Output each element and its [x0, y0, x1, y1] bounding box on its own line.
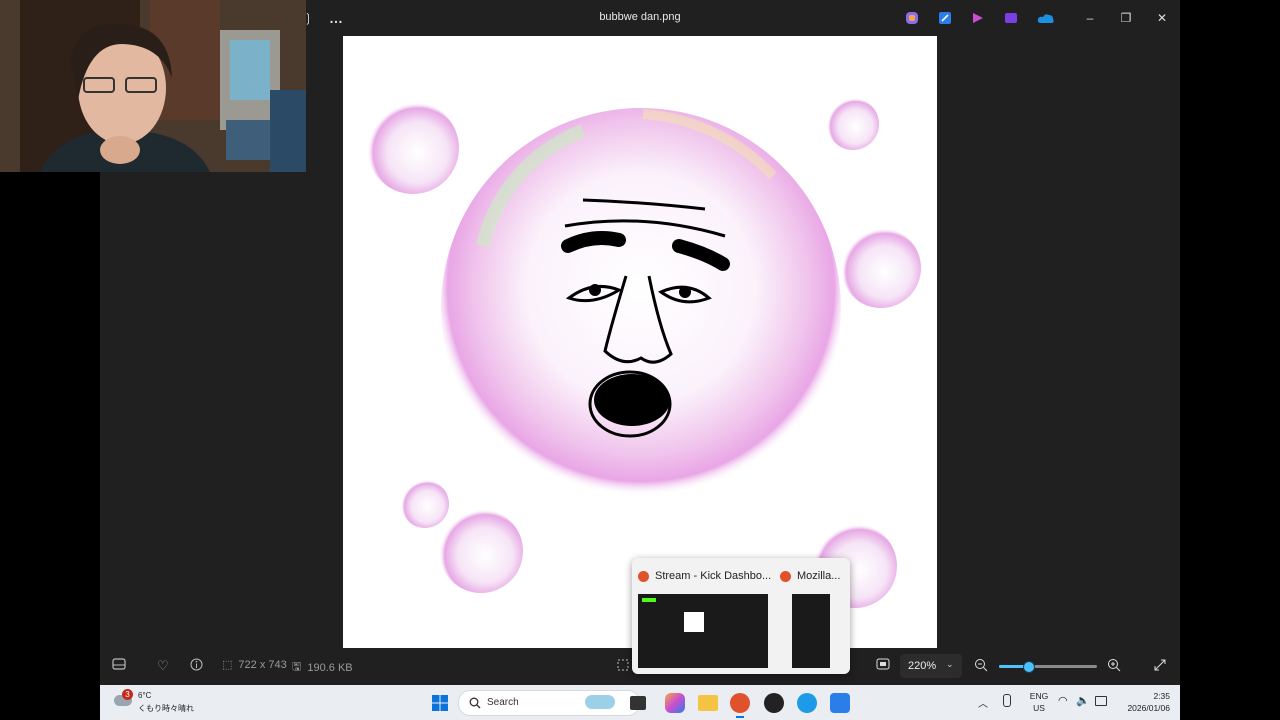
zoom-in-button[interactable]: [1107, 658, 1121, 677]
webcam-video: [0, 0, 306, 172]
photos-taskbar-icon[interactable]: [830, 693, 850, 713]
weather-desc: くもり時々晴れ: [138, 704, 194, 713]
filesize-text: 190.6 KB: [307, 661, 353, 674]
firefox-icon: [638, 570, 649, 582]
zoom-level-text: 220%: [908, 660, 937, 672]
info-icon[interactable]: [190, 658, 203, 671]
copilot-taskbar-icon[interactable]: [665, 693, 685, 713]
lang-primary: ENG: [1029, 691, 1049, 701]
volume-icon[interactable]: 🔈: [1076, 694, 1090, 707]
dimensions-icon: ⬚: [222, 659, 233, 671]
task-view-icon[interactable]: [630, 696, 646, 710]
zoom-in-icon: [1108, 659, 1121, 672]
firefox-taskbar-icon[interactable]: [730, 693, 750, 713]
zoom-dropdown[interactable]: 220% ⌄: [900, 654, 962, 678]
taskbar-thumbnail-preview: Stream - Kick Dashbo... Mozilla...: [632, 558, 850, 674]
search-placeholder: Search: [487, 697, 519, 708]
start-button[interactable]: [430, 693, 450, 713]
designer-icon[interactable]: [970, 10, 986, 26]
search-icon: [469, 697, 481, 709]
edit-image-icon[interactable]: [937, 10, 953, 26]
close-glyph: ✕: [1156, 11, 1168, 25]
preview-thumbnail-stream[interactable]: [638, 594, 768, 668]
restore-button[interactable]: ❐: [1118, 10, 1134, 26]
fit-to-window-icon[interactable]: [876, 658, 890, 670]
right-letterbox: [1180, 0, 1280, 720]
clock-time: 2:35: [1153, 691, 1170, 701]
obs-taskbar-icon[interactable]: [764, 693, 784, 713]
fullscreen-button[interactable]: [1153, 658, 1167, 677]
close-button[interactable]: ✕: [1154, 10, 1170, 26]
language-indicator[interactable]: ENG US: [1026, 690, 1052, 714]
preview-label-stream: Stream - Kick Dashbo...: [655, 570, 772, 582]
copilot-icon[interactable]: [904, 10, 920, 26]
restore-glyph: ❐: [1120, 11, 1132, 25]
zoom-out-button[interactable]: [974, 658, 988, 675]
file-explorer-icon[interactable]: [698, 695, 718, 711]
lang-secondary: US: [1033, 703, 1045, 713]
filesize-info: 🖫 190.6 KB: [292, 658, 353, 677]
disk-icon: 🖫: [292, 661, 302, 673]
chevron-up-icon[interactable]: ︿: [978, 695, 988, 710]
edge-taskbar-icon[interactable]: [797, 693, 817, 713]
windows-taskbar: 3 6°C くもり時々晴れ Search ︿ ENG US ◠ 🔈 2:35 2…: [100, 685, 1180, 720]
bubble-face-image: [367, 98, 921, 608]
preview-thumbnail-mozilla[interactable]: [792, 594, 830, 668]
microphone-icon[interactable]: [1003, 694, 1011, 707]
clock[interactable]: 2:35 2026/01/06: [1116, 690, 1170, 714]
battery-icon[interactable]: [1095, 696, 1107, 706]
webcam-overlay: [0, 0, 306, 172]
image-canvas[interactable]: [343, 36, 937, 648]
clock-date: 2026/01/06: [1127, 703, 1170, 713]
firefox-icon: [780, 570, 791, 582]
dimensions-text: 722 x 743: [238, 658, 287, 671]
chevron-down-icon: ⌄: [946, 659, 954, 669]
onedrive-icon[interactable]: [1036, 10, 1056, 26]
kick-logo: [642, 598, 656, 602]
preview-item-stream[interactable]: Stream - Kick Dashbo...: [638, 566, 772, 586]
filmstrip-icon[interactable]: [112, 658, 126, 670]
windows-icon: [432, 695, 448, 711]
taskbar-search[interactable]: Search: [458, 690, 640, 716]
search-highlight-icon: [585, 695, 615, 709]
wifi-icon[interactable]: ◠: [1058, 694, 1068, 707]
preview-label-mozilla: Mozilla...: [797, 570, 841, 582]
zoom-slider[interactable]: [999, 661, 1097, 673]
active-indicator: [736, 716, 744, 718]
dimensions-info: ⬚ 722 x 743: [222, 658, 287, 672]
clipchamp-icon[interactable]: [1003, 10, 1019, 26]
crop-icon[interactable]: [616, 658, 630, 672]
weather-badge: 3: [122, 689, 133, 700]
minimize-button[interactable]: –: [1082, 10, 1098, 26]
preview-item-mozilla[interactable]: Mozilla...: [780, 566, 846, 586]
minimize-glyph: –: [1086, 11, 1094, 25]
weather-widget[interactable]: 3 6°C くもり時々晴れ: [112, 689, 222, 717]
thumbnail-image: [684, 612, 704, 632]
favorite-icon[interactable]: ♡: [157, 658, 169, 674]
zoom-out-icon: [975, 659, 988, 672]
expand-icon: [1154, 659, 1166, 671]
weather-temp: 6°C: [138, 691, 152, 700]
